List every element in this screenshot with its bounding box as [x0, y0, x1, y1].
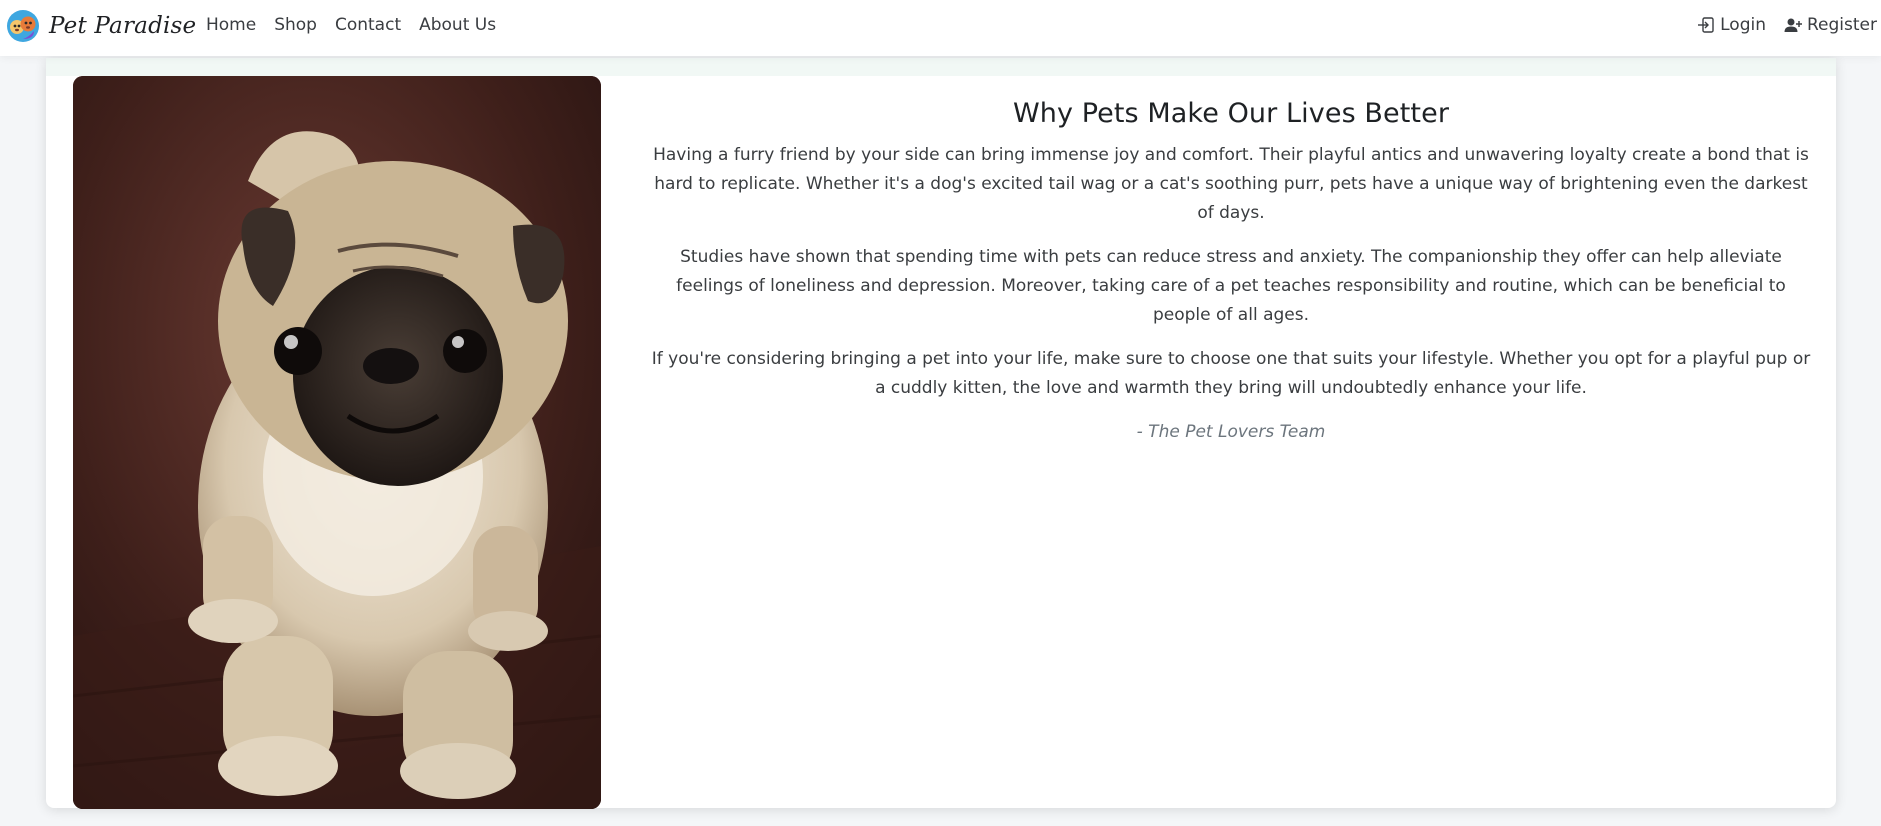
article-content: Why Pets Make Our Lives Better Having a …: [646, 98, 1816, 462]
nav-about-us[interactable]: About Us: [419, 15, 496, 35]
article-card: Why Pets Make Our Lives Better Having a …: [46, 58, 1836, 809]
register-label: Register: [1807, 15, 1877, 35]
auth-links: Login Register: [1697, 15, 1877, 35]
article-signature: - The Pet Lovers Team: [1136, 422, 1326, 442]
login-link[interactable]: Login: [1697, 15, 1766, 35]
card-top-band: [46, 58, 1836, 76]
pug-puppy-photo: [73, 76, 601, 809]
article-paragraph: If you're considering bringing a pet int…: [651, 349, 1811, 398]
login-label: Login: [1720, 15, 1766, 35]
register-link[interactable]: Register: [1784, 15, 1877, 35]
login-icon: [1698, 17, 1714, 33]
main-nav: Home Shop Contact About Us: [206, 15, 496, 35]
brand-link[interactable]: Pet Paradise: [6, 9, 196, 43]
nav-contact[interactable]: Contact: [335, 15, 401, 35]
article-title: Why Pets Make Our Lives Better: [1012, 98, 1450, 129]
article-paragraph: Studies have shown that spending time wi…: [676, 247, 1786, 325]
top-navbar: Pet Paradise Home Shop Contact About Us …: [0, 0, 1881, 56]
add-user-icon: [1784, 18, 1802, 32]
article-paragraph: Having a furry friend by your side can b…: [653, 145, 1809, 223]
nav-home[interactable]: Home: [206, 15, 256, 35]
brand-name: Pet Paradise: [49, 13, 197, 39]
nav-shop[interactable]: Shop: [274, 15, 317, 35]
pets-logo-icon: [7, 10, 39, 42]
